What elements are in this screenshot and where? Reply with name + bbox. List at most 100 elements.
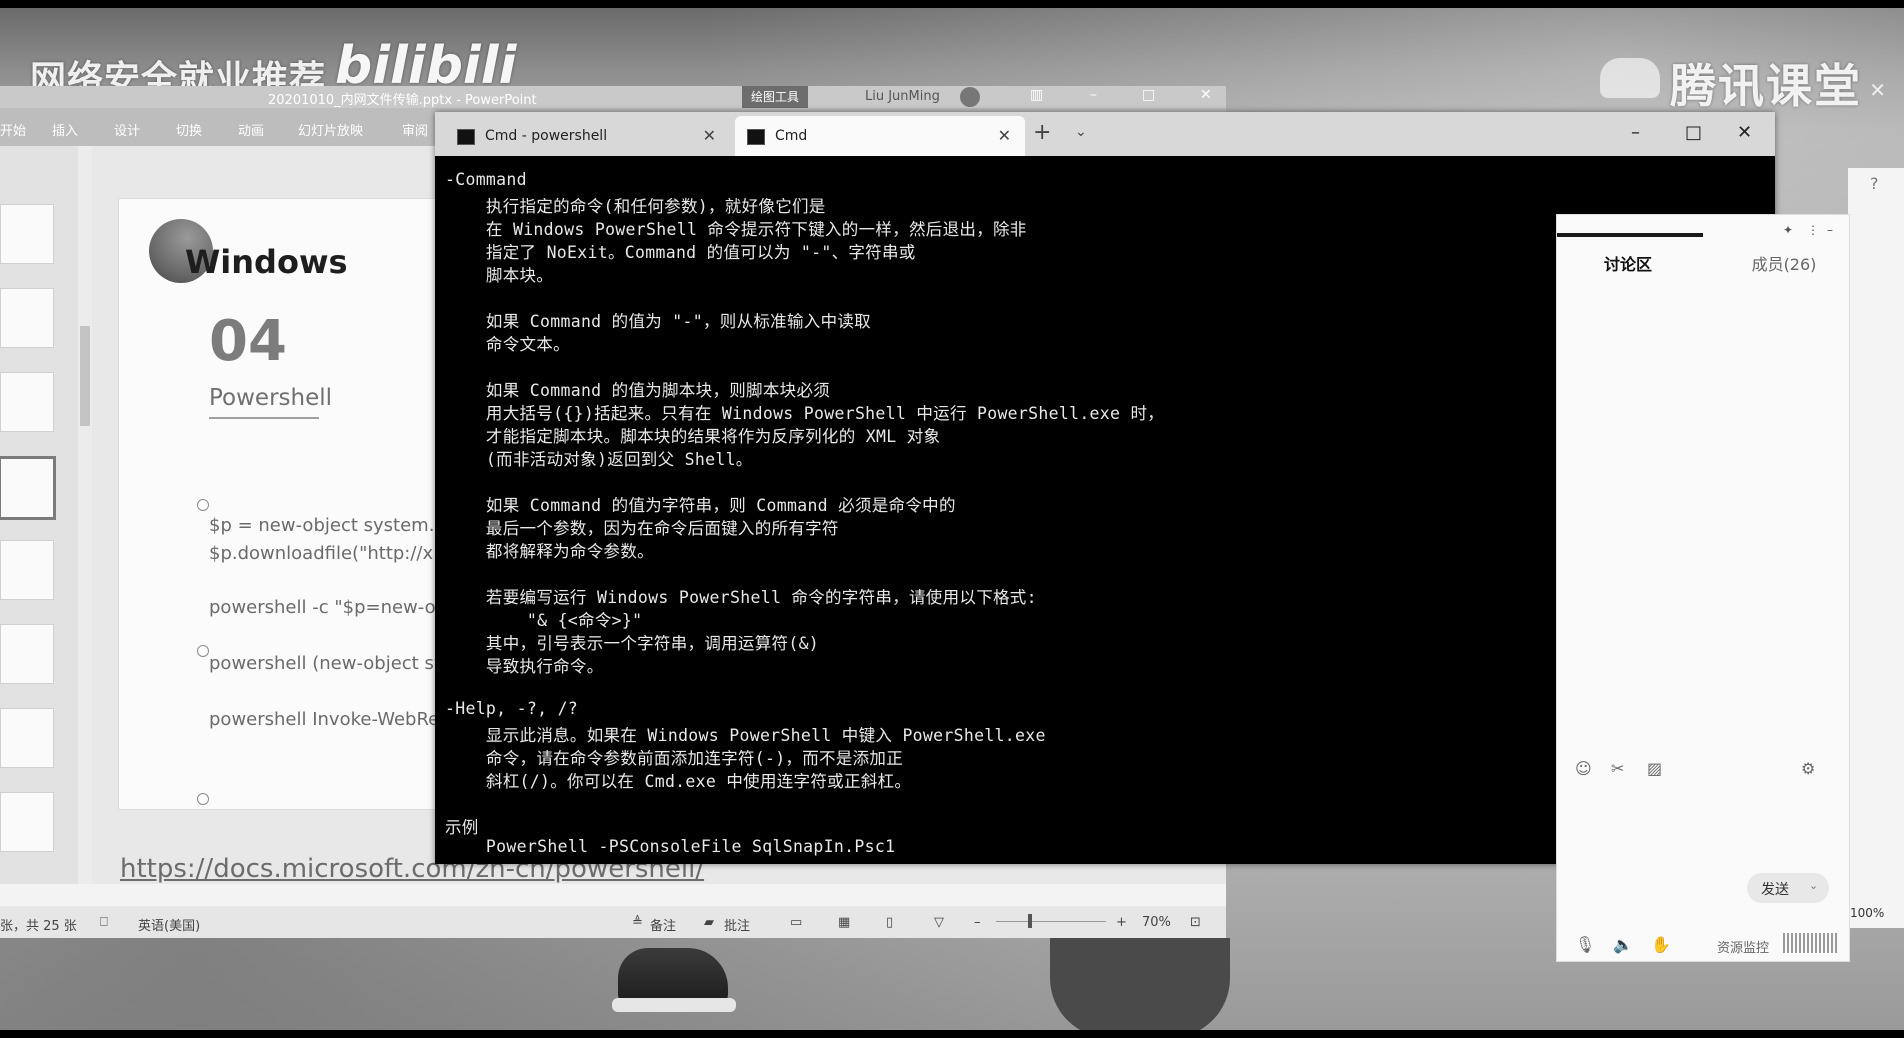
normal-view-icon[interactable]: ▭ [790,915,802,930]
tab-cmd[interactable]: Cmd ✕ [735,116,1025,156]
fit-slide-icon[interactable]: ⊡ [1190,915,1201,930]
minimize-icon[interactable]: – [1631,122,1640,143]
slide-sorter-icon[interactable]: ▦ [838,915,850,930]
terminal-line: 用大括号({})括起来。只有在 Windows PowerShell 中运行 P… [445,404,1165,423]
slide-subtitle: Powershell [209,385,333,411]
context-tab-drawing-tools[interactable]: 绘图工具 [742,86,808,108]
zoom-level[interactable]: 70% [1142,915,1171,930]
image-icon[interactable]: ▨ [1647,759,1662,778]
ribbon-tab-home[interactable]: 开始 [0,120,26,139]
accessibility-icon[interactable]: ⎕ [100,915,108,930]
close-tab-icon[interactable]: ✕ [998,116,1011,156]
zoom-in-icon[interactable]: + [1116,915,1127,930]
chevron-down-icon[interactable]: ⌄ [1809,879,1818,892]
ribbon-tab-design[interactable]: 设计 [114,120,140,139]
zoom-out-icon[interactable]: – [974,915,981,930]
language-status[interactable]: 英语(美国) [138,915,200,934]
scissors-icon[interactable]: ✂ [1611,759,1624,778]
send-button[interactable]: 发送 ⌄ [1747,873,1829,903]
scrollbar-thumb[interactable] [80,326,90,426]
resize-handle[interactable] [197,793,209,805]
terminal-line: 导致执行命令。 [445,657,604,676]
zoom-slider-thumb[interactable] [1028,914,1032,928]
tab-label: Cmd [775,128,808,144]
slide-thumbnail[interactable] [0,540,54,600]
slide-text-line[interactable]: powershell Invoke-WebRe [209,709,439,730]
settings-icon[interactable]: ⚙ [1801,759,1815,778]
tab-members[interactable]: 成员(26) [1729,251,1839,275]
more-icon[interactable]: ⋮ [1807,223,1819,237]
tab-cmd-powershell[interactable]: Cmd - powershell ✕ [445,116,730,156]
slide-thumbnail[interactable] [0,288,54,348]
slide-thumbnail[interactable] [0,372,54,432]
new-tab-icon[interactable]: + [1033,120,1051,145]
terminal-line: 命令文本。 [445,335,570,354]
slideshow-icon[interactable]: ▽ [934,915,944,930]
reading-view-icon[interactable]: ▯ [886,915,893,930]
maximize-icon[interactable]: □ [1685,122,1702,143]
notes-icon[interactable]: ≜ [632,915,643,930]
hand-raise-icon[interactable]: ✋ [1651,935,1671,954]
avatar[interactable] [960,87,980,107]
desktop-background: 网络安全就业推荐 bilibili 腾讯课堂 ✕ 20201010_内网文件传输… [0,8,1904,1030]
emoji-icon[interactable]: ☺ [1575,759,1592,778]
slide-thumbnail[interactable] [0,624,54,684]
terminal-line: 执行指定的命令(和任何参数)，就好像它们是 [445,197,826,216]
terminal-line: 示例 [445,818,479,837]
minimize-icon[interactable]: – [1090,87,1097,103]
comments-button[interactable]: 批注 [724,915,750,934]
resource-monitor-label[interactable]: 资源监控 [1717,937,1769,956]
terminal-line: 命令，请在命令参数前面添加连字符(-)，而不是添加正 [445,749,904,768]
terminal-line: 才能指定脚本块。脚本块的结果将作为反序列化的 XML 对象 [445,427,941,446]
terminal-line: 显示此消息。如果在 Windows PowerShell 中键入 PowerSh… [445,726,1046,745]
thumbnail-scrollbar[interactable] [78,146,92,884]
close-icon[interactable]: ✕ [1737,122,1752,143]
sneaker-sole [612,998,736,1012]
slide-thumbnail-selected[interactable] [0,456,56,520]
terminal-line: -Help, -?, /? [445,699,579,718]
tab-discussion[interactable]: 讨论区 [1573,251,1683,275]
minimize-icon[interactable]: – [1827,223,1833,237]
divider [209,417,319,419]
slide-thumbnail[interactable] [0,204,54,264]
resize-handle[interactable] [197,499,209,511]
ribbon-tab-review[interactable]: 审阅 [402,120,428,139]
terminal-line: 如果 Command 的值为 "-"，则从标准输入中读取 [445,312,871,331]
slide-text-line[interactable]: $p = new-object system.n [209,515,446,536]
close-icon[interactable]: ✕ [1869,78,1886,102]
ribbon-display-icon[interactable]: ▥ [1030,87,1043,103]
slide-thumbnail[interactable] [0,708,54,768]
speaker-icon[interactable]: 🔈 [1613,935,1633,954]
slide-text-line[interactable]: $p.downloadfile("http://x [209,543,433,564]
close-tab-icon[interactable]: ✕ [703,116,716,156]
terminal-line: 在 Windows PowerShell 命令提示符下键入的一样，然后退出，除非 [445,220,1027,239]
send-label: 发送 [1761,882,1789,898]
help-icon[interactable]: ? [1870,174,1879,193]
slide-thumbnail[interactable] [0,792,54,852]
resource-monitor-graph [1783,933,1839,953]
terminal-line: 若要编写运行 Windows PowerShell 命令的字符串，请使用以下格式… [445,588,1037,607]
ribbon-tab-transitions[interactable]: 切换 [176,120,202,139]
terminal-line: 如果 Command 的值为字符串，则 Command 必须是命令中的 [445,496,956,515]
slide-text-line[interactable]: powershell (new-object sy [209,653,445,674]
ribbon-tab-insert[interactable]: 插入 [52,120,78,139]
terminal-line: 都将解释为命令参数。 [445,542,654,561]
zoom-slider[interactable] [996,921,1106,922]
pin-icon[interactable]: ✦ [1783,223,1793,237]
close-icon[interactable]: ✕ [1200,87,1212,103]
powerpoint-titlebar: 20201010_内网文件传输.pptx - PowerPoint 绘图工具 L… [0,86,1226,108]
zoom-level: 100% [1850,906,1885,920]
slide-text-line[interactable]: powershell -c "$p=new-ob [209,597,447,618]
ribbon-tab-slideshow[interactable]: 幻灯片放映 [298,120,363,139]
maximize-icon[interactable]: □ [1142,87,1155,103]
cmd-icon [747,129,765,145]
slide-number-heading: 04 [209,309,287,374]
chevron-down-icon[interactable]: ⌄ [1075,124,1087,140]
terminal-line: 脚本块。 [445,266,554,285]
resize-handle[interactable] [197,645,209,657]
notes-button[interactable]: 备注 [650,915,676,934]
microphone-icon[interactable]: 🎙 [1575,935,1595,954]
ribbon-tab-animations[interactable]: 动画 [238,120,264,139]
comments-icon[interactable]: ▰ [704,915,714,930]
tencent-classroom-logo-icon [1600,58,1660,98]
